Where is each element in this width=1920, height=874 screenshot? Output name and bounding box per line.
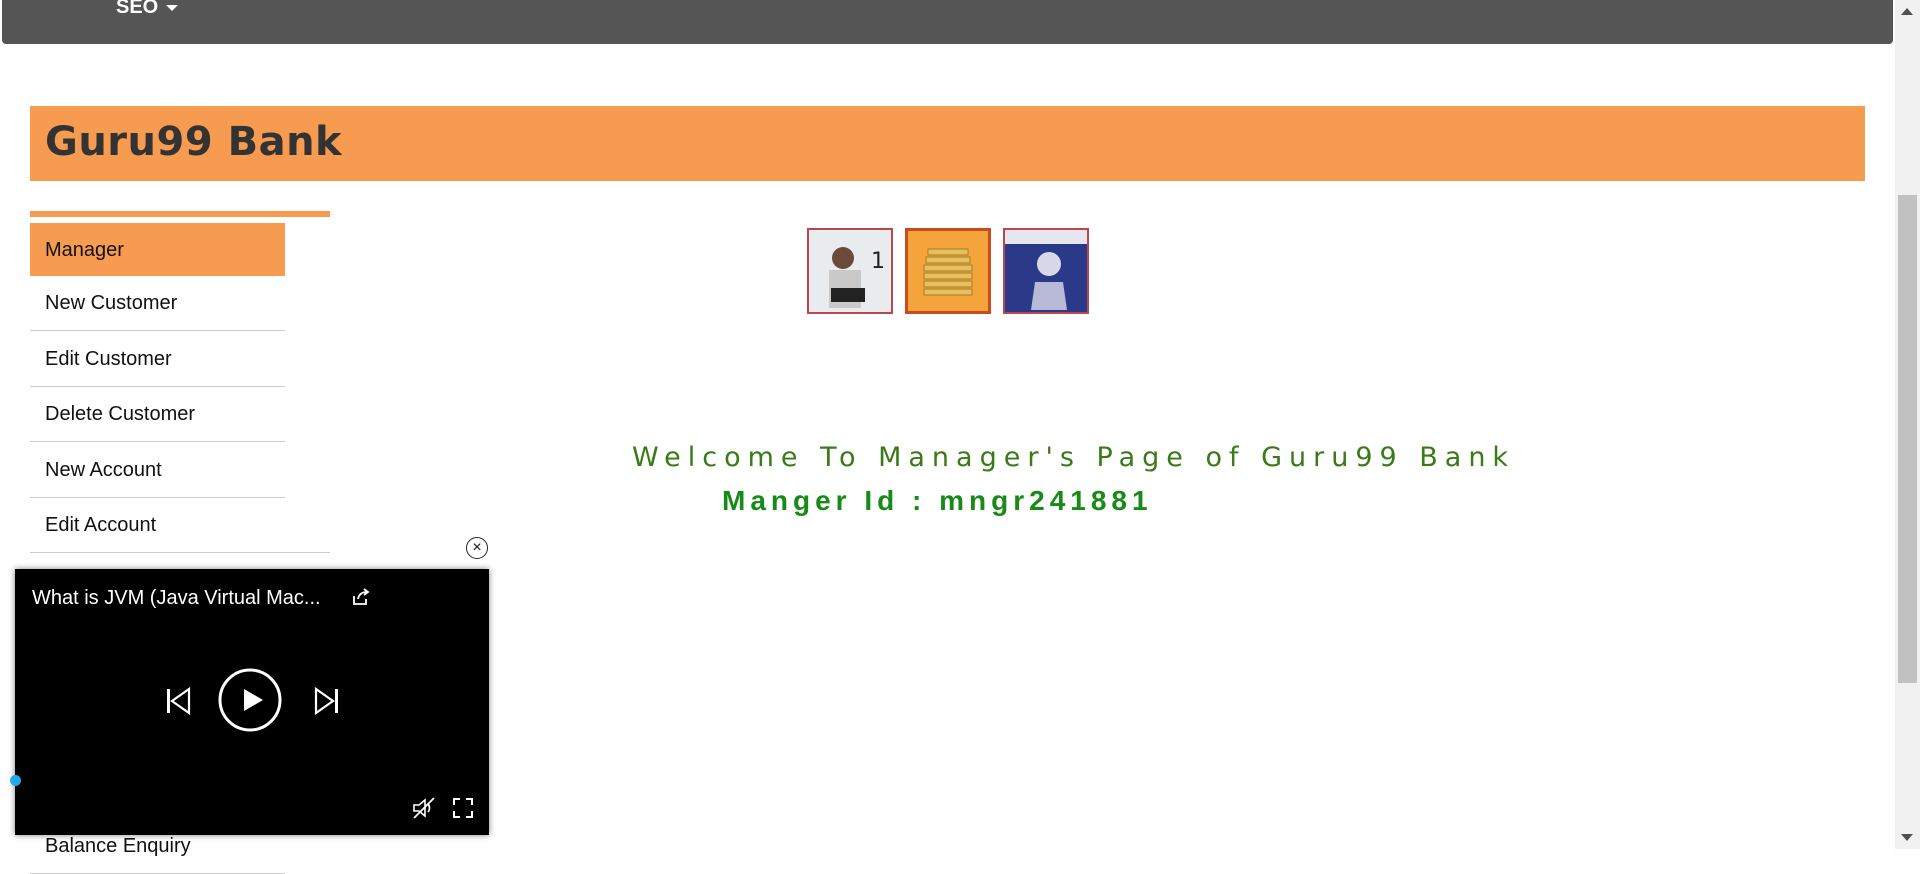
scroll-up-icon[interactable] bbox=[1901, 8, 1913, 15]
banner-image-coins bbox=[905, 228, 991, 314]
sidebar-item-new-customer[interactable]: New Customer bbox=[30, 276, 285, 331]
fullscreen-icon[interactable] bbox=[452, 797, 474, 819]
previous-icon[interactable] bbox=[165, 685, 193, 717]
page-title: Guru99 Bank bbox=[45, 119, 343, 165]
caret-down-icon bbox=[166, 4, 179, 11]
svg-text:1: 1 bbox=[871, 249, 885, 274]
sidebar-item-edit-customer[interactable]: Edit Customer bbox=[30, 332, 285, 387]
scrollbar-thumb[interactable] bbox=[1898, 195, 1917, 683]
sidebar-accent-stripe bbox=[30, 211, 330, 217]
seo-menu-label: SEO bbox=[116, 0, 159, 18]
sidebar-item-delete-customer[interactable]: Delete Customer bbox=[30, 387, 285, 442]
bank-header: Guru99 Bank bbox=[30, 106, 1865, 181]
play-icon[interactable] bbox=[217, 667, 283, 733]
sidebar-item-new-account[interactable]: New Account bbox=[30, 443, 285, 498]
banner-image-person bbox=[1003, 228, 1089, 314]
banner-images: 1 bbox=[805, 222, 1095, 318]
video-title[interactable]: What is JVM (Java Virtual Mac... bbox=[32, 587, 321, 610]
progress-handle[interactable] bbox=[10, 775, 21, 786]
sidebar-item-manager[interactable]: Manager bbox=[30, 223, 285, 276]
video-player: What is JVM (Java Virtual Mac... bbox=[10, 569, 489, 835]
banner-image-phone: 1 bbox=[807, 228, 893, 314]
sidebar-item-edit-account[interactable]: Edit Account bbox=[30, 498, 330, 553]
share-icon[interactable] bbox=[350, 586, 372, 608]
mute-icon[interactable] bbox=[411, 796, 437, 820]
welcome-message: Welcome To Manager's Page of Guru99 Bank bbox=[632, 442, 1516, 473]
seo-menu[interactable]: SEO bbox=[116, 0, 179, 19]
manager-id-label: Manger Id : mngr241881 bbox=[722, 485, 1153, 516]
scroll-down-icon[interactable] bbox=[1901, 834, 1913, 841]
next-icon[interactable] bbox=[312, 685, 340, 717]
close-icon[interactable]: × bbox=[466, 537, 488, 559]
top-navbar: SEO bbox=[2, 0, 1893, 44]
